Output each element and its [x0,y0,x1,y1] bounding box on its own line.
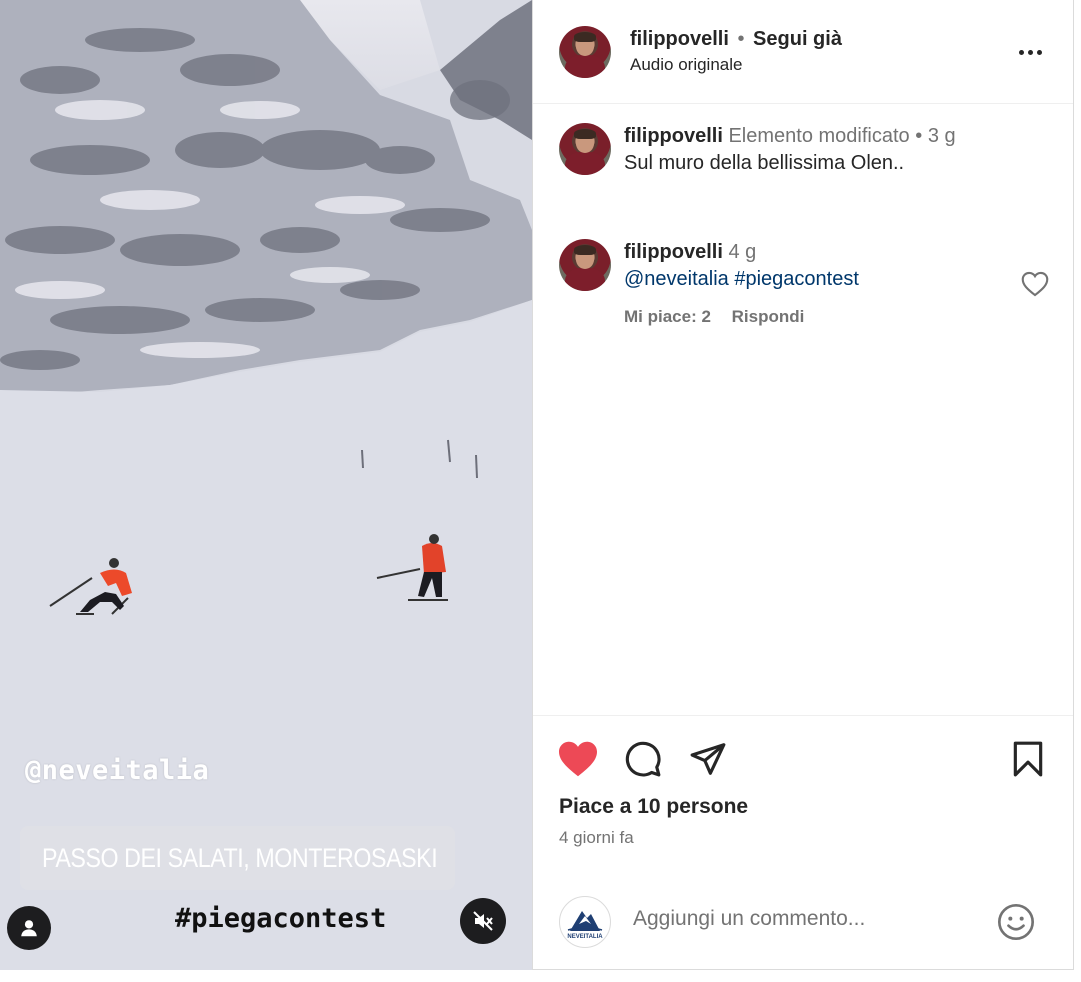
share-paper-plane-icon[interactable] [688,740,728,778]
post-details-panel: filippovelli • Segui già Audio originale… [532,0,1074,970]
header-separator: • [737,28,745,50]
video-mention-sticker: @neveitalia [25,755,210,786]
ski-scene-image [0,0,532,970]
post-date[interactable]: 4 giorni fa [559,828,634,848]
more-dots-icon [1018,49,1024,55]
neveitalia-logo: NEVEITALIA [567,911,603,940]
comment-separator: • [915,125,923,147]
like-heart-icon[interactable] [557,740,599,778]
audio-muted-button[interactable] [460,898,506,944]
comment-input[interactable] [631,906,975,932]
commenter-avatar[interactable] [559,123,611,175]
post-actions: Piace a 10 persone 4 giorni fa [533,715,1073,856]
tagged-users-button[interactable] [7,906,51,950]
comment-time: 4 g [728,241,757,263]
follow-status-button[interactable]: Segui già [753,28,842,50]
person-icon [21,920,37,937]
video-hashtag-sticker: #piegacontest [175,903,387,934]
post-video[interactable]: @neveitalia PASSO DEI SALATI, MONTEROSAS… [0,0,532,970]
save-bookmark-icon[interactable] [1011,740,1045,778]
comment-like-heart-icon[interactable] [1021,271,1049,297]
author-username[interactable]: filippovelli [630,28,729,50]
likes-count[interactable]: Piace a 10 persone [559,795,748,819]
location-sticker: PASSO DEI SALATI, MONTEROSASKI [20,826,455,890]
comment-time: 3 g [927,125,956,147]
comment-username[interactable]: filippovelli [624,241,723,263]
audio-link[interactable]: Audio originale [630,55,842,75]
comment-username[interactable]: filippovelli [624,125,723,147]
add-comment-row: NEVEITALIA [533,880,1073,960]
speaker-muted-icon [473,911,493,931]
edited-label: Elemento modificato [728,125,910,147]
comment-text[interactable]: @neveitalia #piegacontest [624,265,1044,293]
post-header: filippovelli • Segui già Audio originale [533,0,1073,104]
comment-likes-count[interactable]: Mi piace: 2 [624,307,711,326]
current-user-avatar[interactable]: NEVEITALIA [559,896,611,948]
logo-text: NEVEITALIA [567,934,603,940]
reply-button[interactable]: Rispondi [732,307,805,326]
comment-bubble-icon[interactable] [624,740,662,778]
comment-text: Sul muro della bellissima Olen.. [624,152,905,174]
location-text: PASSO DEI SALATI, MONTEROSASKI [42,842,438,873]
author-avatar[interactable] [559,26,611,78]
more-options-button[interactable] [1015,38,1045,66]
commenter-avatar[interactable] [559,239,611,291]
emoji-smiley-icon[interactable] [996,902,1036,942]
